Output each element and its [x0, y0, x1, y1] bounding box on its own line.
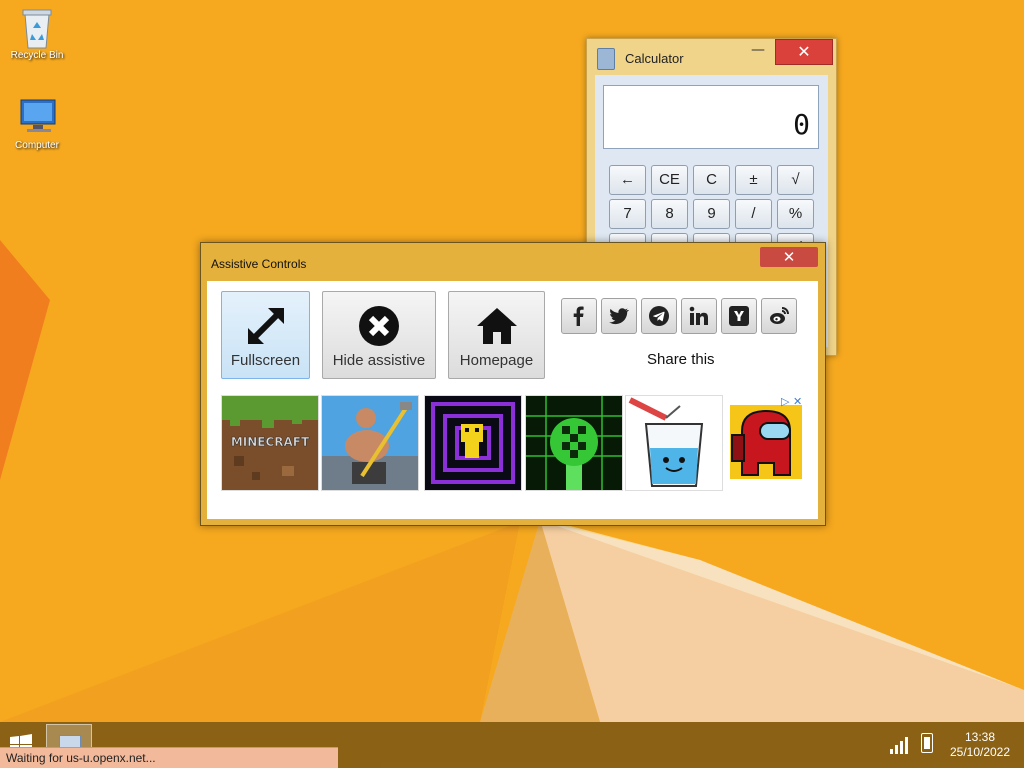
key-7[interactable]: 7: [609, 199, 646, 229]
game-thumbnail-getting-over-it[interactable]: [321, 395, 419, 491]
game-thumbnail-maze[interactable]: [424, 395, 522, 491]
game-thumbnail-neon-ball[interactable]: [525, 395, 623, 491]
computer-label: Computer: [15, 140, 59, 151]
key-9[interactable]: 9: [693, 199, 730, 229]
yahoo-icon: [729, 306, 749, 326]
browser-status-bar: Waiting for us-u.openx.net...: [0, 747, 338, 768]
maze-thumbnail-art: [425, 396, 521, 490]
home-icon: [476, 308, 517, 344]
divide-key[interactable]: /: [735, 199, 772, 229]
battery-icon[interactable]: [921, 733, 933, 753]
clock-date: 25/10/2022: [949, 745, 1011, 759]
game-thumbnail-minecraft[interactable]: MINECRAFT: [221, 395, 319, 491]
share-facebook-button[interactable]: [561, 298, 597, 334]
sqrt-key[interactable]: √: [777, 165, 814, 195]
minecraft-thumbnail-art: MINECRAFT: [222, 396, 318, 490]
calculator-display: 0: [603, 85, 819, 149]
assistive-title: Assistive Controls: [211, 257, 307, 271]
assistive-controls-window: Assistive Controls ✕ Fullscreen Hide ass…: [200, 242, 826, 526]
system-clock[interactable]: 13:38 25/10/2022: [940, 730, 1020, 760]
expand-arrows-icon: [247, 308, 284, 344]
share-linkedin-button[interactable]: [681, 298, 717, 334]
percent-key[interactable]: %: [777, 199, 814, 229]
network-signal-icon[interactable]: [890, 734, 912, 754]
among-us-thumbnail-art: [726, 395, 814, 489]
share-twitter-button[interactable]: [601, 298, 637, 334]
calculator-close-button[interactable]: ✕: [775, 39, 833, 65]
share-this-label: Share this: [647, 351, 715, 368]
facebook-icon: [573, 306, 584, 326]
assistive-panel: Fullscreen Hide assistive Homepage Share…: [207, 281, 818, 519]
getting-over-it-thumbnail-art: [322, 396, 418, 490]
clock-time: 13:38: [964, 730, 996, 744]
calculator-titlebar[interactable]: Calculator — ✕: [587, 39, 836, 75]
ad-choices-icon[interactable]: ▷ ✕: [781, 395, 802, 408]
negate-key[interactable]: ±: [735, 165, 772, 195]
key-8[interactable]: 8: [651, 199, 688, 229]
game-thumbnail-happy-glass[interactable]: [625, 395, 723, 491]
linkedin-icon: [689, 306, 708, 325]
telegram-icon: [649, 306, 669, 326]
weibo-icon: [770, 307, 789, 324]
recycle-bin-icon: [17, 6, 57, 49]
clear-key[interactable]: C: [693, 165, 730, 195]
fullscreen-label: Fullscreen: [230, 352, 301, 369]
game-thumbnail-among-us[interactable]: [726, 395, 814, 489]
share-weibo-button[interactable]: [761, 298, 797, 334]
neon-ball-thumbnail-art: [526, 396, 622, 490]
recycle-bin-desktop-icon[interactable]: Recycle Bin: [2, 6, 72, 61]
fullscreen-button[interactable]: Fullscreen: [221, 291, 310, 379]
computer-desktop-icon[interactable]: Computer: [2, 96, 72, 151]
assistive-close-button[interactable]: ✕: [760, 247, 818, 267]
hide-assistive-label: Hide assistive: [332, 352, 426, 369]
hide-assistive-button[interactable]: Hide assistive: [322, 291, 436, 379]
close-circle-icon: [359, 306, 399, 346]
display-value: 0: [793, 108, 810, 141]
minecraft-caption: MINECRAFT: [231, 435, 310, 449]
minimize-button[interactable]: —: [745, 41, 771, 63]
computer-icon: [17, 96, 57, 136]
clear-entry-key[interactable]: CE: [651, 165, 688, 195]
calculator-icon: [597, 48, 615, 70]
share-telegram-button[interactable]: [641, 298, 677, 334]
recycle-bin-label: Recycle Bin: [10, 50, 64, 61]
homepage-label: Homepage: [459, 352, 534, 369]
happy-glass-thumbnail-art: [626, 396, 722, 490]
homepage-button[interactable]: Homepage: [448, 291, 545, 379]
calculator-title: Calculator: [625, 51, 684, 66]
desktop: Recycle Bin Computer Calculator — ✕ 0 ← …: [0, 0, 1024, 768]
backspace-key[interactable]: ←: [609, 165, 646, 195]
twitter-icon: [609, 308, 629, 325]
share-yahoo-button[interactable]: [721, 298, 757, 334]
